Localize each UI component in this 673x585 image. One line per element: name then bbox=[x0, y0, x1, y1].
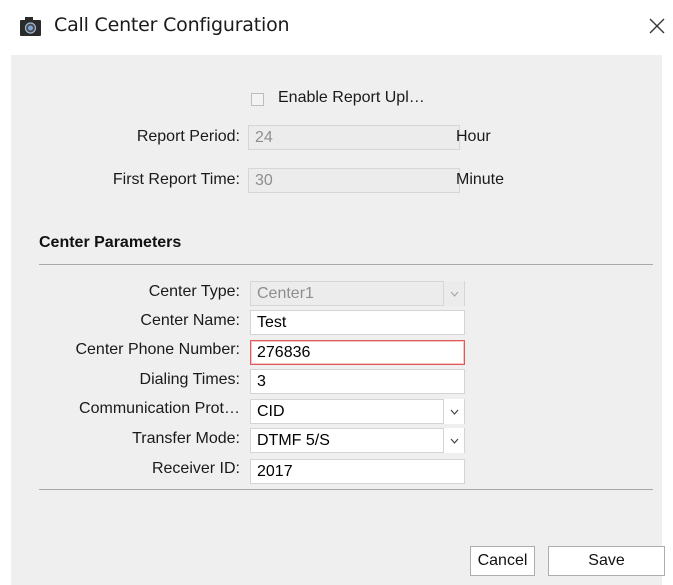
center-name-label: Center Name: bbox=[140, 312, 240, 329]
report-period-unit: Hour bbox=[456, 128, 491, 145]
communication-protocol-value: CID bbox=[257, 403, 285, 420]
first-report-time-label: First Report Time: bbox=[112, 171, 240, 188]
center-type-select[interactable]: Center1 bbox=[250, 281, 465, 306]
first-report-time-unit: Minute bbox=[456, 171, 505, 188]
center-type-dropdown-button[interactable] bbox=[443, 281, 464, 306]
receiver-id-input[interactable]: 2017 bbox=[250, 459, 465, 484]
section-divider-bottom bbox=[39, 489, 653, 490]
window-title: Call Center Configuration bbox=[54, 14, 290, 36]
communication-protocol-label: Communication Prot… bbox=[79, 400, 240, 417]
chevron-down-icon bbox=[450, 291, 458, 297]
enable-report-upload-checkbox[interactable] bbox=[251, 93, 264, 106]
section-divider-top bbox=[39, 264, 653, 265]
center-phone-number-input[interactable]: 276836 bbox=[250, 340, 465, 365]
title-bar: Call Center Configuration bbox=[0, 0, 673, 55]
transfer-mode-select[interactable]: DTMF 5/S bbox=[250, 428, 465, 453]
save-button[interactable]: Save bbox=[548, 546, 665, 576]
center-phone-number-label: Center Phone Number: bbox=[75, 341, 240, 358]
transfer-mode-dropdown-button[interactable] bbox=[443, 428, 464, 453]
center-parameters-heading: Center Parameters bbox=[39, 234, 182, 251]
enable-report-upload-label: Enable Report Upl… bbox=[278, 89, 425, 106]
close-icon[interactable] bbox=[645, 14, 669, 38]
cancel-button[interactable]: Cancel bbox=[470, 546, 535, 576]
communication-protocol-select[interactable]: CID bbox=[250, 399, 465, 424]
chevron-down-icon bbox=[450, 438, 458, 444]
report-period-label: Report Period: bbox=[136, 128, 240, 145]
center-type-label: Center Type: bbox=[148, 283, 240, 300]
report-period-input[interactable]: 24 bbox=[248, 125, 460, 150]
transfer-mode-value: DTMF 5/S bbox=[257, 432, 330, 449]
dialing-times-label: Dialing Times: bbox=[139, 371, 240, 388]
dialing-times-input[interactable]: 3 bbox=[250, 369, 465, 394]
center-name-input[interactable]: Test bbox=[250, 310, 465, 335]
center-type-value: Center1 bbox=[257, 285, 314, 302]
camera-icon bbox=[20, 17, 41, 36]
receiver-id-label: Receiver ID: bbox=[151, 460, 240, 477]
first-report-time-input[interactable]: 30 bbox=[248, 168, 460, 193]
chevron-down-icon bbox=[450, 409, 458, 415]
transfer-mode-label: Transfer Mode: bbox=[132, 430, 240, 447]
communication-protocol-dropdown-button[interactable] bbox=[443, 399, 464, 424]
